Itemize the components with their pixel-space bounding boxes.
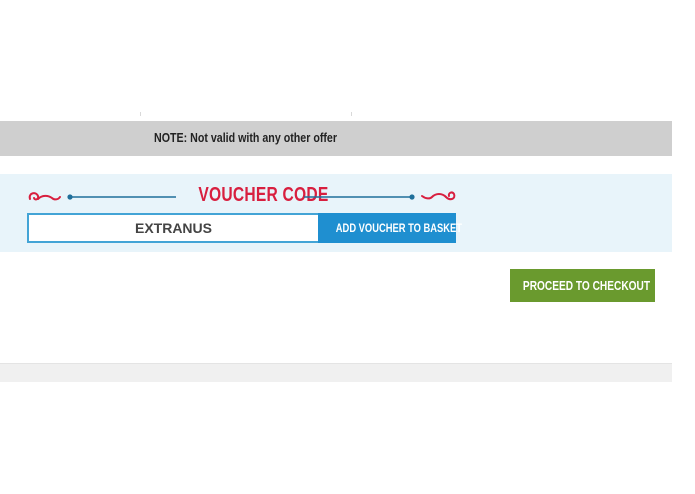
- left-flourish-icon: [28, 192, 176, 201]
- add-voucher-button-label: ADD VOUCHER TO BASKET: [335, 221, 462, 235]
- add-voucher-button[interactable]: ADD VOUCHER TO BASKET: [318, 213, 462, 243]
- voucher-code-input[interactable]: [27, 213, 318, 243]
- proceed-to-checkout-button[interactable]: PROCEED TO CHECKOUT: [510, 269, 655, 302]
- voucher-title: VOUCHER CODE: [198, 184, 329, 206]
- offer-note-text: NOTE: Not valid with any other offer: [154, 130, 338, 145]
- divider-tick: [140, 112, 141, 116]
- checkout-page: NOTE: Not valid with any other offer VOU…: [0, 0, 695, 494]
- divider-ticks: [0, 112, 672, 118]
- right-flourish-icon: [304, 191, 456, 201]
- voucher-panel: VOUCHER CODE ADD VOUCHER TO BASKET: [0, 174, 672, 252]
- footer-strip: [0, 363, 672, 382]
- divider-tick: [351, 112, 352, 116]
- offer-note-bar: NOTE: Not valid with any other offer: [0, 121, 672, 156]
- checkout-button-label: PROCEED TO CHECKOUT: [522, 278, 651, 293]
- voucher-heading: VOUCHER CODE: [26, 184, 458, 210]
